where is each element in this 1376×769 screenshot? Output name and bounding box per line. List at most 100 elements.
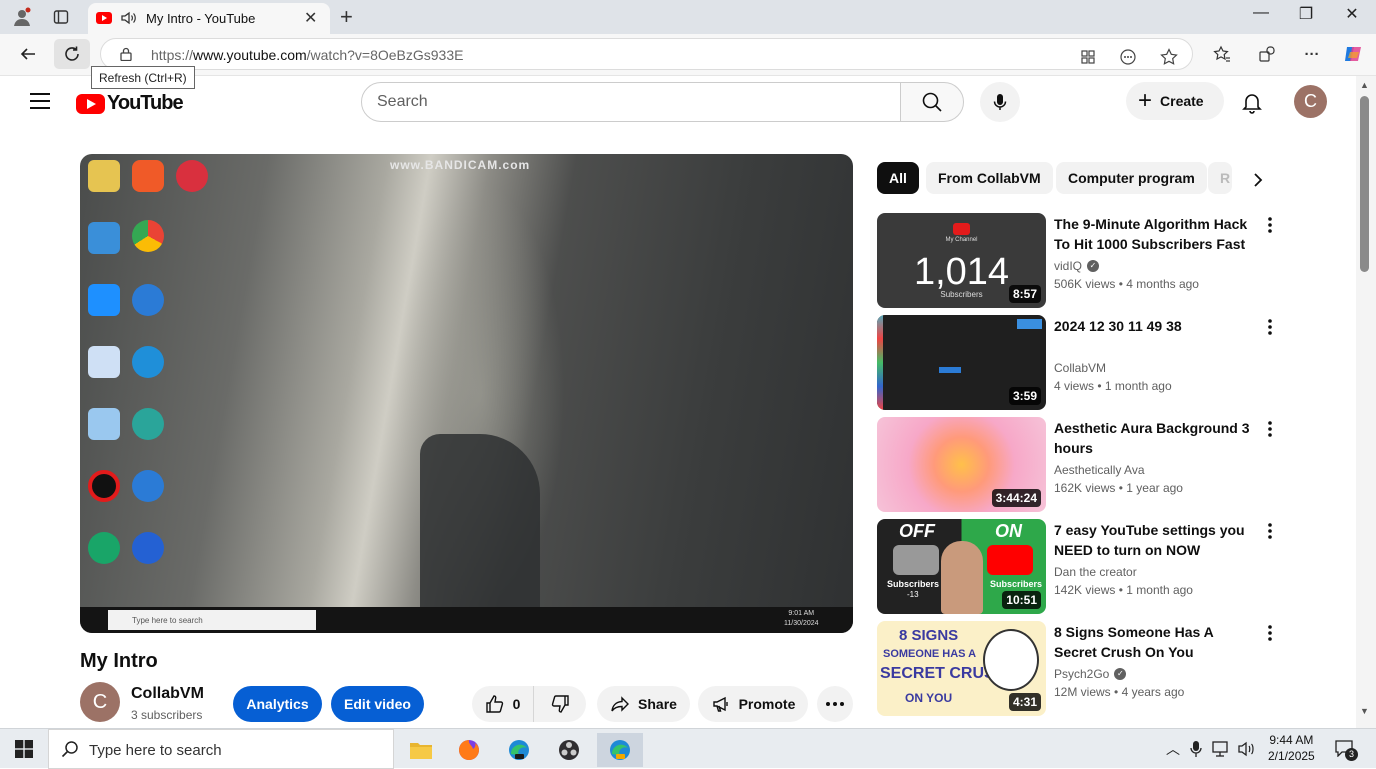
- app-available-icon[interactable]: [1077, 46, 1099, 68]
- video-player[interactable]: www.BANDICAM.com Type here to search 9:0…: [80, 154, 853, 633]
- promote-label: Promote: [738, 696, 796, 712]
- tab-youtube[interactable]: My Intro - YouTube ✕: [88, 3, 330, 34]
- more-vertical-icon[interactable]: [1260, 419, 1280, 439]
- page-scrollbar[interactable]: ▲ ▼: [1356, 76, 1376, 728]
- more-vertical-icon[interactable]: [1260, 215, 1280, 235]
- scroll-up-arrow-icon[interactable]: ▲: [1360, 80, 1369, 90]
- suggested-channel[interactable]: Aesthetically Ava: [1054, 463, 1145, 477]
- start-button[interactable]: [0, 729, 48, 769]
- like-button[interactable]: 0: [472, 686, 534, 722]
- restore-icon[interactable]: ❐: [1283, 4, 1329, 24]
- taskbar-clock[interactable]: 9:44 AM 2/1/2025: [1268, 732, 1315, 764]
- window-close-icon[interactable]: ✕: [1329, 4, 1375, 24]
- scrollbar-thumb[interactable]: [1360, 96, 1369, 272]
- network-icon[interactable]: [1212, 740, 1232, 758]
- dislike-button[interactable]: [534, 686, 586, 722]
- minimize-icon[interactable]: —: [1238, 4, 1284, 22]
- thumb-caption: Subscribers: [887, 579, 940, 589]
- chip-truncated[interactable]: R: [1208, 162, 1232, 194]
- video-thumbnail[interactable]: 8 SIGNS SOMEONE HAS A SECRET CRUSH ON YO…: [877, 621, 1046, 716]
- verified-check-icon: ✓: [1114, 668, 1127, 680]
- scroll-down-arrow-icon[interactable]: ▼: [1360, 706, 1369, 716]
- search-button[interactable]: [900, 82, 964, 122]
- notifications-bell-icon[interactable]: [1240, 90, 1264, 114]
- recorded-taskbar: Type here to search 9:01 AM 11/30/2024: [80, 607, 853, 633]
- favorite-star-icon[interactable]: [1158, 46, 1180, 68]
- edge-canary-icon[interactable]: [597, 733, 643, 767]
- video-thumbnail[interactable]: My Channel 1,014 Subscribers 8:57: [877, 213, 1046, 308]
- copilot-icon[interactable]: [1342, 43, 1364, 65]
- video-thumbnail[interactable]: 3:59: [877, 315, 1046, 410]
- more-actions-button[interactable]: [817, 686, 853, 722]
- notification-center-icon[interactable]: 3: [1334, 739, 1358, 761]
- recorded-taskbar-search: Type here to search: [108, 610, 316, 630]
- search-icon: [61, 741, 78, 758]
- new-tab-button[interactable]: +: [340, 4, 353, 30]
- more-vertical-icon[interactable]: [1260, 521, 1280, 541]
- url-text[interactable]: https://www.youtube.com/watch?v=8OeBzGs9…: [151, 47, 463, 63]
- voice-search-button[interactable]: [980, 82, 1020, 122]
- search-box[interactable]: [361, 82, 901, 122]
- edit-video-button[interactable]: Edit video: [331, 686, 424, 722]
- tab-close-icon[interactable]: ✕: [304, 8, 317, 28]
- suggested-video[interactable]: 8 SIGNS SOMEONE HAS A SECRET CRUSH ON YO…: [877, 621, 1287, 716]
- chip-all[interactable]: All: [877, 162, 919, 194]
- suggested-channel[interactable]: Dan the creator: [1054, 565, 1137, 579]
- share-button[interactable]: Share: [597, 686, 690, 722]
- back-button[interactable]: [10, 39, 46, 69]
- channel-avatar[interactable]: C: [80, 682, 120, 722]
- clock-time: 9:44 AM: [1269, 733, 1314, 747]
- chip-from-collabvm[interactable]: From CollabVM: [926, 162, 1053, 194]
- account-avatar[interactable]: C: [1294, 85, 1327, 118]
- desktop-brave-icon: [132, 160, 164, 192]
- desktop-folder-icon: [88, 160, 120, 192]
- more-vertical-icon[interactable]: [1260, 623, 1280, 643]
- file-explorer-icon[interactable]: [398, 733, 444, 767]
- chevron-right-icon[interactable]: [1246, 168, 1270, 192]
- suggested-video[interactable]: 3:44:24 Aesthetic Aura Background 3 hour…: [877, 417, 1287, 512]
- video-thumbnail[interactable]: 3:44:24: [877, 417, 1046, 512]
- more-vertical-icon[interactable]: [1260, 317, 1280, 337]
- chip-computer-program[interactable]: Computer program: [1056, 162, 1207, 194]
- suggested-title[interactable]: Aesthetic Aura Background 3 hours: [1054, 418, 1254, 458]
- back-arrow-icon: [20, 48, 35, 60]
- suggested-video[interactable]: My Channel 1,014 Subscribers 8:57 The 9-…: [877, 213, 1287, 308]
- edge-dev-icon[interactable]: [496, 733, 542, 767]
- favorites-bar-icon[interactable]: [1211, 43, 1233, 65]
- address-field[interactable]: https://www.youtube.com/watch?v=8OeBzGs9…: [100, 38, 1193, 70]
- promote-button[interactable]: Promote: [698, 686, 808, 722]
- suggested-title[interactable]: 2024 12 30 11 49 38: [1054, 316, 1254, 336]
- refresh-button[interactable]: [54, 39, 90, 69]
- speaker-icon[interactable]: [120, 9, 138, 27]
- firefox-icon[interactable]: [446, 733, 492, 767]
- microphone-tray-icon[interactable]: [1190, 740, 1202, 758]
- suggested-video[interactable]: 3:59 2024 12 30 11 49 38 CollabVM 4 view…: [877, 315, 1287, 410]
- guide-menu-icon[interactable]: [30, 93, 50, 114]
- lock-icon[interactable]: [120, 47, 132, 61]
- channel-name[interactable]: CollabVM: [131, 685, 204, 703]
- reading-more-icon[interactable]: [1117, 46, 1139, 68]
- suggested-channel[interactable]: CollabVM: [1054, 361, 1106, 375]
- tab-actions-icon[interactable]: [48, 5, 74, 29]
- settings-more-icon[interactable]: ···: [1301, 43, 1323, 65]
- suggested-title[interactable]: 7 easy YouTube settings you NEED to turn…: [1054, 520, 1254, 560]
- suggested-channel[interactable]: vidIQ ✓: [1054, 259, 1100, 273]
- suggested-meta: 4 views • 1 month ago: [1054, 379, 1172, 393]
- video-thumbnail[interactable]: OFF ON Subscribers -13 Subscribers 10:51: [877, 519, 1046, 614]
- volume-icon[interactable]: [1237, 740, 1257, 758]
- obs-icon[interactable]: [546, 733, 592, 767]
- taskbar-search-box[interactable]: Type here to search: [48, 729, 394, 769]
- taskbar-search-text: Type here to search: [89, 742, 222, 759]
- suggested-title[interactable]: 8 Signs Someone Has A Secret Crush On Yo…: [1054, 622, 1254, 662]
- analytics-button[interactable]: Analytics: [233, 686, 322, 722]
- profile-icon[interactable]: [9, 5, 35, 29]
- suggested-title[interactable]: The 9-Minute Algorithm Hack To Hit 1000 …: [1054, 214, 1254, 254]
- suggested-channel[interactable]: Psych2Go ✓: [1054, 667, 1127, 681]
- create-button[interactable]: + Create: [1126, 82, 1224, 120]
- desktop-edge-canary-icon: [88, 532, 120, 564]
- youtube-logo[interactable]: YouTube: [76, 92, 184, 115]
- search-input[interactable]: [362, 83, 900, 121]
- show-hidden-icons-icon[interactable]: ︿: [1166, 739, 1180, 759]
- suggested-video[interactable]: OFF ON Subscribers -13 Subscribers 10:51…: [877, 519, 1287, 614]
- extensions-icon[interactable]: [1256, 43, 1278, 65]
